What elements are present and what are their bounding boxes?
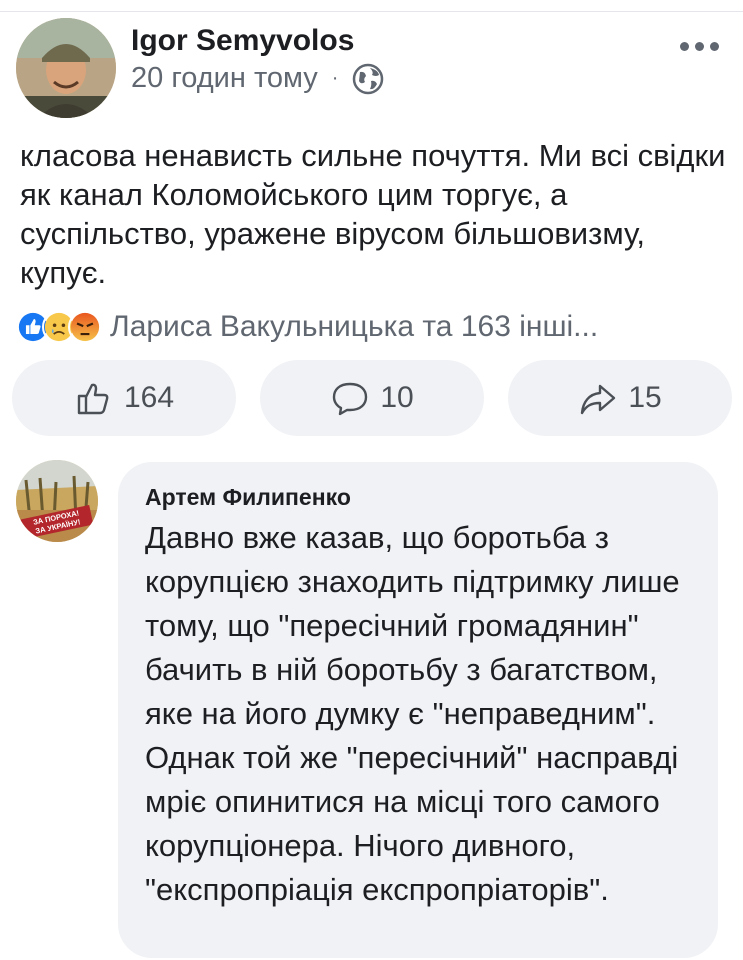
comment-text: Давно вже казав, що боротьба з корупцією… (145, 520, 680, 907)
reactions-text: Лариса Вакульницька та 163 інші... (110, 310, 599, 343)
author-photo (16, 18, 116, 118)
post-meta: 20 годин тому · (131, 62, 384, 95)
post-time[interactable]: 20 годин тому (131, 62, 318, 95)
thumbs-up-icon (77, 383, 109, 415)
commenter-photo: ЗА ПОРОХА! ЗА УКРАЇНУ! (16, 460, 98, 542)
share-button[interactable]: 15 (508, 360, 732, 436)
share-icon (581, 384, 616, 415)
comment-button[interactable]: 10 (260, 360, 484, 436)
commenter-name[interactable]: Артем Филипенко (145, 484, 351, 511)
like-button[interactable]: 164 (12, 360, 236, 436)
post-text: класова ненависть сильне почуття. Ми всі… (20, 138, 726, 290)
author-avatar[interactable] (16, 18, 116, 118)
commenter-avatar[interactable]: ЗА ПОРОХА! ЗА УКРАЇНУ! (16, 460, 98, 542)
more-options-icon[interactable] (680, 42, 719, 51)
globe-icon (353, 63, 384, 94)
meta-separator: · (331, 67, 339, 89)
comment-icon (333, 382, 368, 416)
reactions-summary[interactable]: Лариса Вакульницька та 163 інші... (16, 308, 598, 346)
like-count: 164 (123, 381, 175, 414)
comment-count: 10 (380, 381, 414, 414)
reaction-icons (16, 310, 102, 344)
angry-icon (68, 310, 102, 344)
post-author-name[interactable]: Igor Semyvolos (131, 24, 354, 58)
share-count: 15 (628, 381, 662, 414)
top-divider (0, 0, 743, 12)
